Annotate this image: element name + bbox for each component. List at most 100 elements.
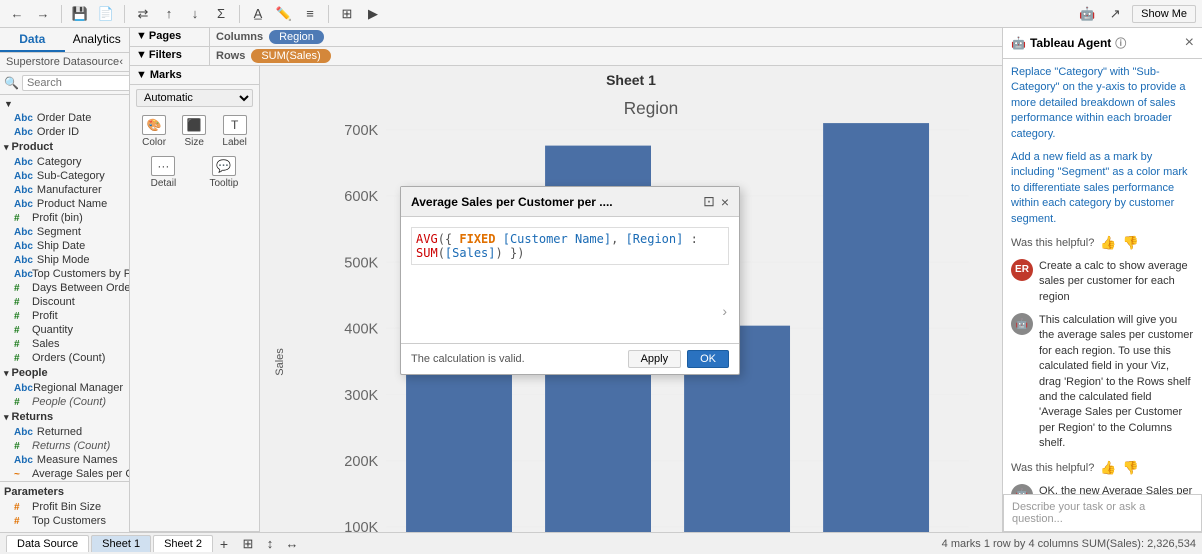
thumbs-down-2[interactable]: 👎 — [1123, 460, 1139, 476]
field-orders-count[interactable]: #Orders (Count) — [0, 351, 129, 365]
svg-text:700K: 700K — [344, 123, 378, 139]
param-profit-bin-size[interactable]: #Profit Bin Size — [0, 500, 129, 514]
toolbar-right: 🤖 ↗ Show Me — [1076, 3, 1196, 25]
agent-button[interactable]: 🤖 — [1076, 3, 1098, 25]
field-list: ▼ AbcOrder Date AbcOrder ID ▾Product Abc… — [0, 95, 129, 532]
marks-type-select[interactable]: Automatic Bar Line Area — [136, 89, 253, 107]
field-quantity[interactable]: #Quantity — [0, 323, 129, 337]
user-msg-row: ER Create a calc to show average sales p… — [1011, 259, 1194, 305]
search-icon: 🔍 — [4, 76, 19, 90]
datasource-tab[interactable]: Data Source — [6, 535, 89, 552]
sort-desc-button[interactable]: ↓ — [184, 3, 206, 25]
field-returns-count[interactable]: #Returns (Count) — [0, 439, 129, 453]
dialog-ok-btn[interactable]: OK — [687, 350, 729, 368]
field-ship-mode[interactable]: AbcShip Mode — [0, 253, 129, 267]
calc-dialog[interactable]: Average Sales per Customer per .... ⊡ × … — [400, 186, 740, 375]
field-days-between[interactable]: #Days Between Orde... — [0, 281, 129, 295]
swap-button[interactable]: ⇄ — [132, 3, 154, 25]
field-top-customers[interactable]: AbcTop Customers by P... — [0, 267, 129, 281]
agent-header: 🤖 Tableau Agent ⓘ × — [1003, 28, 1202, 59]
field-measure-names[interactable]: AbcMeasure Names — [0, 453, 129, 467]
rows-pill[interactable]: SUM(Sales) — [251, 49, 330, 63]
agent-icon: 🤖 — [1011, 36, 1026, 50]
collapse-icon[interactable]: ‹ — [119, 56, 123, 68]
fit-button[interactable]: ⊞ — [336, 3, 358, 25]
bottom-icon-2[interactable]: ↕ — [261, 535, 279, 553]
bottom-icon-3[interactable]: ↔ — [283, 535, 301, 553]
pages-label: Pages — [149, 30, 181, 42]
share-button[interactable]: ↗ — [1104, 3, 1126, 25]
present-button[interactable]: ▶ — [362, 3, 384, 25]
dialog-header: Average Sales per Customer per .... ⊡ × — [401, 187, 739, 217]
resize-handle[interactable]: › — [722, 303, 727, 319]
field-discount[interactable]: #Discount — [0, 295, 129, 309]
analytics-tab[interactable]: Analytics — [65, 28, 130, 52]
marks-buttons-row2: ··· Detail 💬 Tooltip — [130, 152, 259, 193]
show-me-button[interactable]: Show Me — [1132, 5, 1196, 23]
field-profit[interactable]: #Profit — [0, 309, 129, 323]
sheet1-tab[interactable]: Sheet 1 — [91, 535, 151, 552]
field-order-date[interactable]: AbcOrder Date — [0, 111, 129, 125]
field-regional-manager[interactable]: AbcRegional Manager — [0, 381, 129, 395]
field-manufacturer[interactable]: AbcManufacturer — [0, 183, 129, 197]
redo-button[interactable]: → — [32, 3, 54, 25]
people-section-header[interactable]: ▾People — [0, 365, 129, 381]
bar-west[interactable] — [823, 123, 929, 532]
marks-header: ▼ Marks — [130, 66, 259, 85]
data-tab[interactable]: Data — [0, 28, 65, 52]
dialog-close-btn[interactable]: × — [721, 194, 729, 210]
user-avatar: ER — [1011, 259, 1033, 281]
sep1 — [61, 5, 62, 23]
agent-close-btn[interactable]: × — [1185, 34, 1194, 52]
thumbs-up-1[interactable]: 👍 — [1100, 235, 1116, 251]
dialog-title: Average Sales per Customer per .... — [411, 195, 613, 209]
field-ship-date[interactable]: AbcShip Date — [0, 239, 129, 253]
thumbs-up-2[interactable]: 👍 — [1100, 460, 1116, 476]
save-button[interactable]: 💾 — [69, 3, 91, 25]
info-icon[interactable]: ⓘ — [1115, 35, 1126, 51]
marks-size-btn[interactable]: ⬛ Size — [182, 115, 206, 148]
field-subcategory[interactable]: AbcSub-Category — [0, 169, 129, 183]
dialog-expand-btn[interactable]: ⊡ — [703, 193, 715, 210]
returns-section-header[interactable]: ▾Returns — [0, 409, 129, 425]
undo-button[interactable]: ← — [6, 3, 28, 25]
field-category[interactable]: AbcCategory — [0, 155, 129, 169]
field-profit-bin[interactable]: #Profit (bin) — [0, 211, 129, 225]
highlight-button[interactable]: A̲ — [247, 3, 269, 25]
marks-color-btn[interactable]: 🎨 Color — [142, 115, 166, 148]
sheet2-tab[interactable]: Sheet 2 — [153, 535, 213, 552]
sheet-title: Sheet 1 — [260, 66, 1002, 90]
sum-button[interactable]: Σ — [210, 3, 232, 25]
search-input[interactable] — [22, 75, 130, 91]
pages-chevron: ▼ — [136, 30, 147, 42]
field-sales[interactable]: #Sales — [0, 337, 129, 351]
field-product-name[interactable]: AbcProduct Name — [0, 197, 129, 211]
marks-tooltip-btn[interactable]: 💬 Tooltip — [209, 156, 238, 189]
add-sheet-btn[interactable]: + — [215, 535, 233, 553]
bottom-icon-1[interactable]: ⊞ — [239, 535, 257, 553]
field-order-id[interactable]: AbcOrder ID — [0, 125, 129, 139]
thumbs-down-1[interactable]: 👎 — [1123, 235, 1139, 251]
field-avg-sales[interactable]: ~Average Sales per C... — [0, 467, 129, 481]
dialog-formula[interactable]: AVG({ FIXED [Customer Name], [Region] : … — [411, 227, 729, 265]
dialog-body: AVG({ FIXED [Customer Name], [Region] : … — [401, 217, 739, 343]
agent-panel: 🤖 Tableau Agent ⓘ × Replace "Category" w… — [1002, 28, 1202, 532]
view-area: Sheet 1 Sales Region — [260, 66, 1002, 532]
marks-detail-btn[interactable]: ··· Detail — [151, 156, 177, 189]
columns-pill[interactable]: Region — [269, 30, 324, 44]
product-section-header[interactable]: ▾Product — [0, 139, 129, 155]
field-people-count[interactable]: #People (Count) — [0, 395, 129, 409]
marks-label-btn[interactable]: T Label — [222, 115, 246, 148]
bar-central[interactable] — [406, 348, 512, 532]
bottom-icons: ⊞ ↕ ↔ — [239, 535, 301, 553]
param-top-customers[interactable]: #Top Customers — [0, 514, 129, 528]
dialog-apply-btn[interactable]: Apply — [628, 350, 682, 368]
sort-asc-button[interactable]: ↑ — [158, 3, 180, 25]
svg-text:200K: 200K — [344, 454, 378, 470]
annotate-button[interactable]: ✏️ — [273, 3, 295, 25]
order-section-header[interactable]: ▼ — [0, 97, 129, 111]
field-segment[interactable]: AbcSegment — [0, 225, 129, 239]
format-button[interactable]: ≡ — [299, 3, 321, 25]
new-button[interactable]: 📄 — [95, 3, 117, 25]
field-returned[interactable]: AbcReturned — [0, 425, 129, 439]
